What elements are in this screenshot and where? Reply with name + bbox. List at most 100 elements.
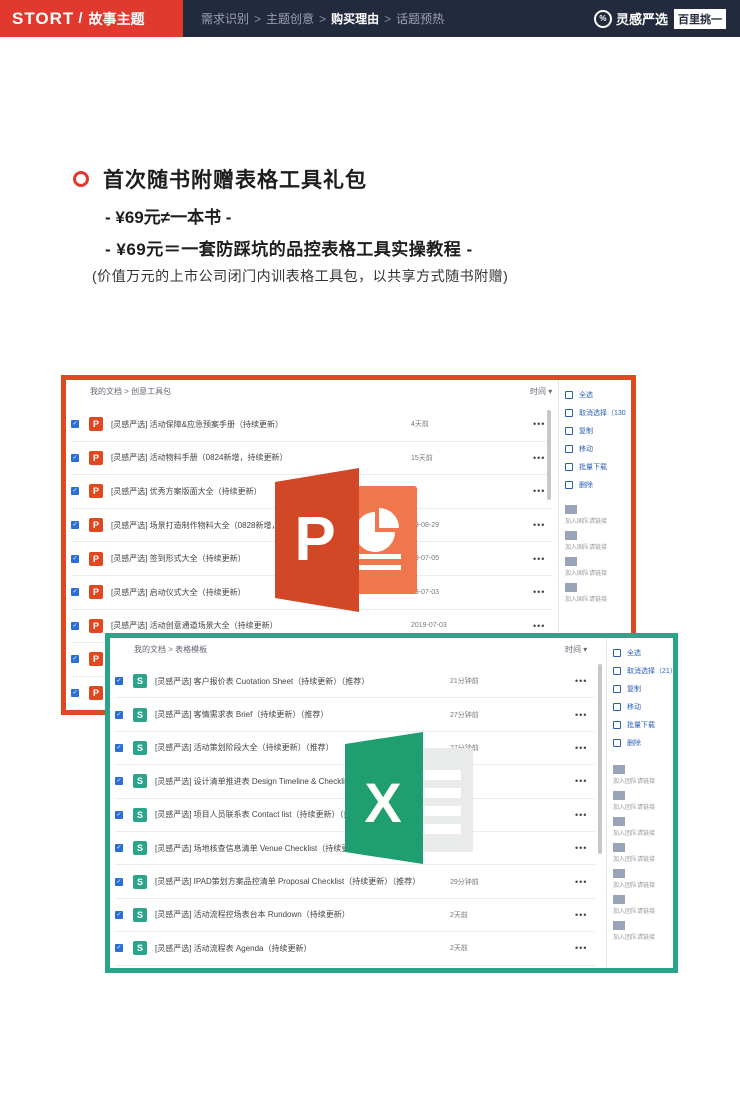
member-note: 加入团队请链接 (613, 805, 656, 811)
side-action[interactable]: 全选 (607, 644, 673, 662)
member-item[interactable]: 加入团队请链接 (607, 892, 673, 918)
more-icon[interactable]: ••• (575, 710, 587, 720)
row-checkbox[interactable]: ✓ (115, 844, 123, 853)
crumb-4[interactable]: 话题预热 (396, 10, 444, 27)
member-item[interactable]: 加入团队请链接 (607, 814, 673, 840)
member-item[interactable]: 加入团队请链接 (607, 866, 673, 892)
subline-2: - ¥69元＝一套防踩坑的品控表格工具实操教程 - (105, 240, 473, 259)
table-row[interactable]: ✓ S [灵感严选] 活动流程控场表台本 Rundown（持续更新） 2天前 ••• (115, 899, 595, 933)
more-icon[interactable]: ••• (533, 419, 545, 429)
crumb-3-active[interactable]: 购买理由 (331, 10, 379, 27)
member-item[interactable]: 加入国队请链接 (559, 554, 631, 580)
action-icon (613, 685, 621, 693)
row-checkbox[interactable]: ✓ (71, 621, 79, 630)
member-note: 加入团队请链接 (613, 831, 656, 837)
more-icon[interactable]: ••• (575, 743, 587, 753)
side-action[interactable]: 移动 (607, 698, 673, 716)
action-icon (613, 739, 621, 747)
more-icon[interactable]: ••• (533, 453, 545, 463)
file-time: 27分钟前 (450, 711, 479, 719)
row-checkbox[interactable]: ✓ (71, 554, 79, 563)
row-checkbox[interactable]: ✓ (71, 655, 79, 664)
row-checkbox[interactable]: ✓ (71, 689, 79, 698)
right-brand-name: 灵感严选 (615, 12, 668, 27)
file-name[interactable]: [灵感严选] 活动保障&应急预案手册（持续更新） (111, 419, 381, 430)
row-checkbox[interactable]: ✓ (71, 487, 79, 496)
action-icon (565, 409, 573, 417)
file-name[interactable]: [灵感严选] 客户报价表 Cuotation Sheet（持续更新）（推荐） (155, 676, 425, 687)
side-action[interactable]: 复制 (607, 680, 673, 698)
file-name[interactable]: [灵感严选] 活动流程控场表台本 Rundown（持续更新） (155, 909, 425, 920)
row-checkbox[interactable]: ✓ (115, 810, 123, 819)
member-item[interactable]: 加入团队请链接 (607, 762, 673, 788)
more-icon[interactable]: ••• (533, 520, 545, 530)
more-icon[interactable]: ••• (575, 877, 587, 887)
side-action[interactable]: 取消选择（130 (559, 404, 631, 422)
table-row[interactable]: ✓ S [灵感严选] IPAD策划方案品控清单 Proposal Checklist… (115, 865, 595, 899)
file-name[interactable]: [灵感严选] 客情需求表 Brief（持续更新）（推荐） (155, 709, 425, 720)
action-icon (613, 667, 621, 675)
file-time: 2天前 (450, 911, 468, 919)
action-icon (565, 463, 573, 471)
side-action[interactable]: 删除 (559, 476, 631, 494)
xls-scrollbar[interactable] (598, 664, 602, 854)
side-action[interactable]: 删除 (607, 734, 673, 752)
row-checkbox[interactable]: ✓ (115, 910, 123, 919)
side-action[interactable]: 复制 (559, 422, 631, 440)
row-checkbox[interactable]: ✓ (71, 453, 79, 462)
file-name[interactable]: [灵感严选] 活动创意通道场景大全（持续更新） (111, 620, 381, 631)
more-icon[interactable]: ••• (575, 810, 587, 820)
action-icon (565, 445, 573, 453)
more-icon[interactable]: ••• (575, 776, 587, 786)
side-action[interactable]: 批量下载 (607, 716, 673, 734)
more-icon[interactable]: ••• (575, 910, 587, 920)
member-item[interactable]: 加入国队请链接 (559, 502, 631, 528)
side-action[interactable]: 批量下载 (559, 458, 631, 476)
ppt-scrollbar[interactable] (547, 410, 551, 500)
ppt-sort-dropdown[interactable]: 时间 ▾ (530, 386, 552, 397)
row-checkbox[interactable]: ✓ (115, 877, 123, 886)
side-action[interactable]: 取消选择（21） (607, 662, 673, 680)
member-item[interactable]: 加入国队请链接 (559, 528, 631, 554)
xls-breadcrumb[interactable]: 我的文档 > 表格模板 (134, 644, 207, 655)
more-icon[interactable]: ••• (533, 486, 545, 496)
brand-logo: STORT (12, 8, 75, 28)
crumb-1[interactable]: 需求识别 (201, 10, 249, 27)
side-action-label: 移动 (627, 704, 641, 711)
row-checkbox[interactable]: ✓ (115, 677, 123, 686)
row-checkbox[interactable]: ✓ (115, 743, 123, 752)
file-name[interactable]: [灵感严选] 活动流程表 Agenda（持续更新） (155, 943, 425, 954)
file-name[interactable]: [灵感严选] IPAD策划方案品控清单 Proposal Checklist（持… (155, 876, 425, 887)
row-checkbox[interactable]: ✓ (71, 588, 79, 597)
more-icon[interactable]: ••• (575, 843, 587, 853)
action-icon (613, 721, 621, 729)
table-row[interactable]: ✓ S [灵感严选] 客情需求表 Brief（持续更新）（推荐） 27分钟前 ••• (115, 698, 595, 732)
powerpoint-icon: P (89, 450, 103, 465)
side-action[interactable]: 移动 (559, 440, 631, 458)
member-item[interactable]: 加入团队请链接 (607, 840, 673, 866)
crumb-2[interactable]: 主题创意 (266, 10, 314, 27)
row-checkbox[interactable]: ✓ (71, 420, 79, 429)
table-row[interactable]: ✓ S [灵感严选] 活动流程表 Agenda（持续更新） 2天前 ••• (115, 932, 595, 966)
row-checkbox[interactable]: ✓ (71, 521, 79, 530)
xls-sort-dropdown[interactable]: 时间 ▾ (565, 644, 587, 655)
row-checkbox[interactable]: ✓ (115, 710, 123, 719)
more-icon[interactable]: ••• (533, 621, 545, 631)
row-checkbox[interactable]: ✓ (115, 777, 123, 786)
table-row[interactable]: ✓ S [灵感严选] 客户报价表 Cuotation Sheet（持续更新）（推荐）… (115, 665, 595, 699)
more-icon[interactable]: ••• (533, 587, 545, 597)
member-item[interactable]: 加入团队请链接 (607, 788, 673, 814)
ppt-breadcrumb[interactable]: 我的文档 > 创意工具包 (90, 386, 171, 397)
more-icon[interactable]: ••• (533, 554, 545, 564)
powerpoint-icon: P (89, 551, 103, 566)
file-name[interactable]: [灵感严选] 活动物料手册（0824新增，持续更新） (111, 452, 381, 463)
excel-icon: S (133, 941, 147, 956)
member-item[interactable]: 加入团队请链接 (607, 918, 673, 944)
table-row[interactable]: ✓ P [灵感严选] 活动保障&应急预案手册（持续更新） 4天前 ••• (71, 408, 551, 442)
side-action[interactable]: 全选 (559, 386, 631, 404)
row-checkbox[interactable]: ✓ (115, 944, 123, 953)
member-item[interactable]: 加入国队请链接 (559, 580, 631, 606)
action-icon (613, 703, 621, 711)
more-icon[interactable]: ••• (575, 943, 587, 953)
more-icon[interactable]: ••• (575, 676, 587, 686)
